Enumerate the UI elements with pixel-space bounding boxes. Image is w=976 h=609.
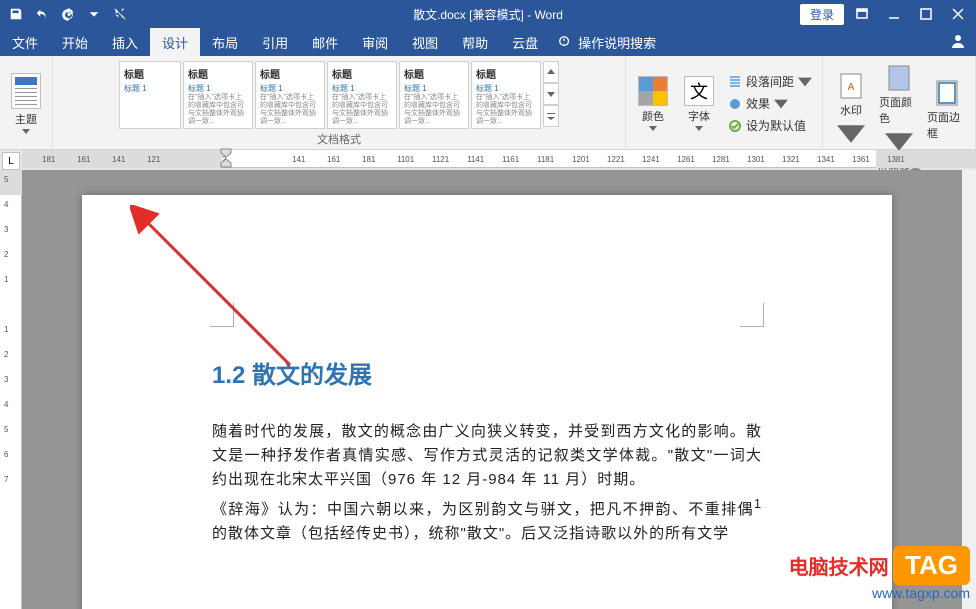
style-card[interactable]: 标题 标题 1 在"插入"选项卡上的收藏库中包含可与文档整体外观协调一致... — [183, 61, 253, 129]
style-gallery[interactable]: 标题 标题 1 标题 标题 1 在"插入"选项卡上的收藏库中包含可与文档整体外观… — [119, 61, 559, 129]
titlebar: 散文.docx [兼容模式] - Word 登录 — [0, 0, 976, 28]
tab-cloud[interactable]: 云盘 — [500, 28, 550, 56]
gallery-scroll — [543, 61, 559, 127]
watermark-tag: TAG — [893, 546, 970, 585]
tell-me-search[interactable]: 操作说明搜索 — [558, 33, 656, 52]
share-button[interactable] — [940, 33, 976, 52]
vertical-scrollbar[interactable] — [962, 170, 976, 609]
effects-button[interactable]: 效果 — [724, 93, 816, 114]
document-area: 5 4 3 2 1 1 2 3 4 5 6 7 1.2 散文的发展 随着时代的发… — [0, 170, 976, 609]
ribbon: 主题 标题 标题 1 标题 标题 1 在"插入"选项卡上的收藏库中包含可与文档整… — [0, 56, 976, 150]
theme-icon — [11, 73, 41, 109]
document-paragraph[interactable]: 《辞海》认为：中国六朝以来，为区别韵文与骈文，把凡不押韵、不重排偶1的散体文章（… — [212, 492, 762, 546]
fonts-button[interactable]: 文 字体 — [678, 76, 720, 131]
login-button[interactable]: 登录 — [800, 4, 844, 25]
gallery-up[interactable] — [543, 61, 559, 83]
tell-me-label: 操作说明搜索 — [578, 33, 656, 52]
menubar: 文件 开始 插入 设计 布局 引用 邮件 审阅 视图 帮助 云盘 操作说明搜索 — [0, 28, 976, 56]
group-label-formatting: 文档格式 — [317, 129, 361, 147]
quick-access-toolbar — [0, 2, 136, 26]
tab-file[interactable]: 文件 — [0, 28, 50, 56]
watermark-button[interactable]: A 水印 — [829, 68, 873, 152]
watermark-text: 电脑技术网 — [789, 557, 889, 579]
style-card[interactable]: 标题 标题 1 — [119, 61, 181, 129]
tab-review[interactable]: 审阅 — [350, 28, 400, 56]
tab-references[interactable]: 引用 — [250, 28, 300, 56]
tab-selector[interactable]: L — [2, 152, 20, 170]
ribbon-group-colors-fonts: 颜色 文 字体 段落间距 效果 — [626, 56, 823, 149]
style-card[interactable]: 标题 标题 1 在"插入"选项卡上的收藏库中包含可与文档整体外观协调一致... — [255, 61, 325, 129]
margin-mark-icon — [210, 303, 234, 327]
close-button[interactable] — [944, 2, 972, 26]
horizontal-ruler[interactable]: 181 161 141 121 2 141 161 181 1101 1121 … — [22, 150, 976, 168]
vertical-ruler[interactable]: 5 4 3 2 1 1 2 3 4 5 6 7 — [0, 170, 22, 609]
watermark-url: www.tagxp.com — [872, 585, 970, 601]
watermark-overlay: 电脑技术网 TAG www.tagxp.com — [789, 546, 970, 603]
style-card[interactable]: 标题 标题 1 在"插入"选项卡上的收藏库中包含可与文档整体外观协调一致... — [471, 61, 541, 129]
page-border-button[interactable]: 页面边框 — [925, 75, 969, 145]
themes-button[interactable]: 主题 — [6, 73, 46, 134]
tab-design[interactable]: 设计 — [150, 28, 200, 56]
themes-label: 主题 — [15, 111, 37, 127]
margin-mark-icon — [740, 303, 764, 327]
maximize-button[interactable] — [912, 2, 940, 26]
paragraph-spacing-button[interactable]: 段落间距 — [724, 71, 816, 92]
colors-button[interactable]: 颜色 — [632, 76, 674, 131]
tab-help[interactable]: 帮助 — [450, 28, 500, 56]
save-button[interactable] — [4, 2, 28, 26]
style-card[interactable]: 标题 标题 1 在"插入"选项卡上的收藏库中包含可与文档整体外观协调一致... — [399, 61, 469, 129]
ribbon-group-themes: 主题 — [0, 56, 53, 149]
minimize-button[interactable] — [880, 2, 908, 26]
tab-mailings[interactable]: 邮件 — [300, 28, 350, 56]
page-scroll-area[interactable]: 1.2 散文的发展 随着时代的发展，散文的概念由广义向狭义转变，并受到西方文化的… — [22, 170, 976, 609]
touch-mode-button[interactable] — [108, 2, 132, 26]
tab-layout[interactable]: 布局 — [200, 28, 250, 56]
svg-text:A: A — [848, 82, 855, 93]
gallery-more[interactable] — [543, 105, 559, 127]
document-heading[interactable]: 1.2 散文的发展 — [212, 355, 762, 390]
format-options: 段落间距 效果 设为默认值 — [724, 71, 816, 136]
window-title: 散文.docx [兼容模式] - Word — [413, 6, 563, 23]
tab-home[interactable]: 开始 — [50, 28, 100, 56]
ribbon-display-button[interactable] — [848, 2, 876, 26]
qat-customize[interactable] — [82, 2, 106, 26]
gallery-down[interactable] — [543, 83, 559, 105]
set-default-button[interactable]: 设为默认值 — [724, 115, 816, 136]
ribbon-group-page-background: A 水印 页面颜色 页面边框 页面背景 — [823, 56, 976, 149]
tab-insert[interactable]: 插入 — [100, 28, 150, 56]
indent-marker-icon[interactable] — [220, 148, 232, 168]
color-swatch-icon — [638, 76, 668, 106]
tab-view[interactable]: 视图 — [400, 28, 450, 56]
page-color-button[interactable]: 页面颜色 — [877, 60, 921, 160]
style-card[interactable]: 标题 标题 1 在"插入"选项卡上的收藏库中包含可与文档整体外观协调一致... — [327, 61, 397, 129]
redo-button[interactable] — [56, 2, 80, 26]
document-paragraph[interactable]: 随着时代的发展，散文的概念由广义向狭义转变，并受到西方文化的影响。散文是一种抒发… — [212, 420, 762, 492]
page[interactable]: 1.2 散文的发展 随着时代的发展，散文的概念由广义向狭义转变，并受到西方文化的… — [82, 195, 892, 609]
undo-button[interactable] — [30, 2, 54, 26]
ribbon-group-formatting: 标题 标题 1 标题 标题 1 在"插入"选项卡上的收藏库中包含可与文档整体外观… — [53, 56, 626, 149]
font-icon: 文 — [684, 76, 714, 106]
